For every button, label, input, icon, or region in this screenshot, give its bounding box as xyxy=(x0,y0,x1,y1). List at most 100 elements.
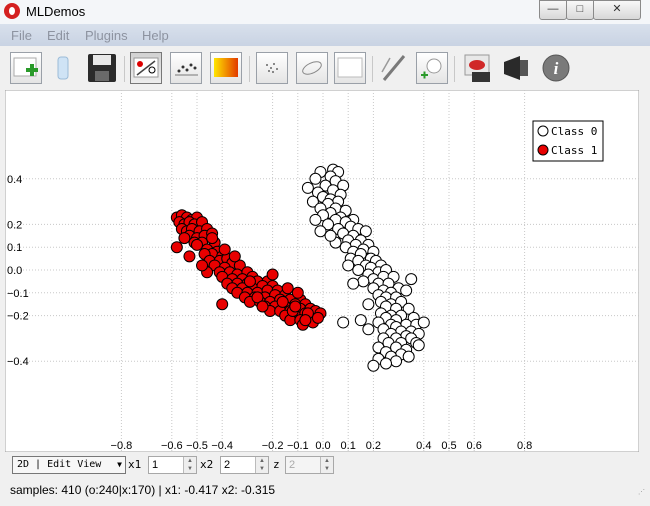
data-point-class0 xyxy=(380,357,392,370)
y-tick-label: 0.0 xyxy=(7,265,22,277)
new-data-icon xyxy=(13,57,38,77)
y-tick-label: −0.4 xyxy=(7,356,29,368)
display-options-icon xyxy=(504,56,528,80)
data-point-class1 xyxy=(218,243,231,256)
x1-spinbox[interactable]: 1 ▲ ▼ xyxy=(148,456,197,474)
data-point-class0 xyxy=(314,225,327,238)
x2-spinbox[interactable]: 2 ▲ ▼ xyxy=(220,456,269,474)
legend-marker-class0 xyxy=(537,125,549,137)
data-point-class1 xyxy=(216,298,229,311)
data-point-class1 xyxy=(191,238,203,251)
y-tick-label: −0.2 xyxy=(7,311,29,323)
plot-options-button[interactable] xyxy=(170,52,202,84)
data-point-class1 xyxy=(170,241,183,254)
scatter-plot[interactable]: −0.8 −0.6 −0.5 −0.4 −0.2 −0.1 0.0 0.1 0.2 0.4 0.5 0… xyxy=(4,89,640,453)
data-point-class0 xyxy=(412,339,425,352)
x2-value: 2 xyxy=(224,459,231,471)
ellipse-button[interactable] xyxy=(296,52,328,84)
menu-edit[interactable]: Edit xyxy=(47,28,69,43)
data-point-class0 xyxy=(367,359,380,372)
plot-options-icon xyxy=(175,63,198,76)
maximize-button[interactable]: □ xyxy=(566,0,594,20)
data-point-class1 xyxy=(196,259,209,272)
show-algorithms-button[interactable] xyxy=(130,52,162,84)
z-spinbox[interactable]: 2 ▲ ▼ xyxy=(285,456,334,474)
save-icon xyxy=(88,54,116,82)
y-tick-label: 0.4 xyxy=(7,174,22,186)
clear-data-button[interactable] xyxy=(48,52,80,84)
data-point-class0 xyxy=(347,277,360,290)
chevron-down-icon: ▼ xyxy=(117,460,122,469)
x-tick-label: 0.6 xyxy=(467,440,482,452)
info-icon: i xyxy=(542,54,570,82)
title-bar: MLDemos — □ ✕ xyxy=(0,0,650,24)
data-point-class1 xyxy=(281,282,294,295)
x2-label: x2 xyxy=(200,458,214,471)
minimize-button[interactable]: — xyxy=(539,0,567,20)
close-button[interactable]: ✕ xyxy=(593,0,641,20)
spin-arrows-icon[interactable]: ▲ ▼ xyxy=(183,457,196,473)
data-point-class1 xyxy=(311,311,324,324)
draw-tools-button[interactable] xyxy=(378,52,410,84)
add-point-button[interactable] xyxy=(416,52,448,84)
toolbar: i xyxy=(0,46,650,90)
x1-value: 1 xyxy=(152,459,159,471)
x1-label: x1 xyxy=(128,458,142,471)
status-text: samples: 410 (o:240|x:170) | x1: -0.417 … xyxy=(10,483,276,497)
z-label: z xyxy=(273,458,280,471)
x-tick-label: 0.2 xyxy=(366,440,381,452)
data-point-class1 xyxy=(291,286,304,299)
ellipse-icon xyxy=(302,61,322,75)
display-options-button[interactable] xyxy=(500,52,532,84)
new-data-button[interactable] xyxy=(10,52,42,84)
show-algorithms-icon xyxy=(133,57,159,78)
data-point-class0 xyxy=(337,316,350,329)
y-tick-label: −0.1 xyxy=(7,288,29,300)
menu-help[interactable]: Help xyxy=(142,28,169,43)
spray-button[interactable] xyxy=(256,52,288,84)
screenshot-button[interactable] xyxy=(462,52,494,84)
x-tick-label: 0.8 xyxy=(517,440,532,452)
add-point-icon xyxy=(421,58,442,79)
data-point-class1 xyxy=(289,300,302,313)
data-point-class0 xyxy=(342,259,355,272)
data-point-class0 xyxy=(309,213,322,226)
clear-data-icon xyxy=(57,56,69,80)
x-tick-label: 0.5 xyxy=(441,440,456,452)
x-tick-label: −0.2 xyxy=(262,440,284,452)
menu-file[interactable]: File xyxy=(11,28,32,43)
data-point-class0 xyxy=(309,172,322,185)
info-button[interactable]: i xyxy=(540,52,572,84)
data-point-class1 xyxy=(228,250,241,263)
x-tick-label: −0.8 xyxy=(111,440,133,452)
legend-class0-label: Class 0 xyxy=(551,125,597,138)
data-point-class0 xyxy=(352,264,365,276)
data-point-class0 xyxy=(301,181,314,194)
data-point-class0 xyxy=(362,323,375,336)
data-point-class0 xyxy=(405,273,418,286)
spin-arrows-icon[interactable]: ▲ ▼ xyxy=(320,457,333,473)
view-mode-select[interactable]: 2D | Edit View ▼ xyxy=(12,456,126,474)
blank-canvas-icon xyxy=(337,57,363,78)
data-point-class1 xyxy=(299,314,312,327)
spin-arrows-icon[interactable]: ▲ ▼ xyxy=(255,457,268,473)
data-point-class1 xyxy=(243,275,256,288)
x-tick-label: 0.1 xyxy=(341,440,356,452)
z-value: 2 xyxy=(289,459,296,471)
color-map-button[interactable] xyxy=(210,52,242,84)
resize-grip-icon[interactable]: ⋰ xyxy=(638,488,646,496)
data-point-class0 xyxy=(357,275,370,288)
x-tick-label: 0.0 xyxy=(315,440,330,452)
spray-icon xyxy=(266,63,278,73)
data-point-class1 xyxy=(276,295,289,308)
plot-canvas[interactable]: −0.8 −0.6 −0.5 −0.4 −0.2 −0.1 0.0 0.1 0.2 0.4 0.5 0… xyxy=(4,89,640,453)
save-button[interactable] xyxy=(86,52,118,84)
blank-canvas-button[interactable] xyxy=(334,52,366,84)
menu-plugins[interactable]: Plugins xyxy=(85,28,128,43)
x-tick-label: −0.5 xyxy=(186,440,208,452)
toolbar-separator xyxy=(454,56,455,82)
data-point-class1 xyxy=(266,268,279,281)
data-point-class0 xyxy=(400,284,413,297)
data-point-class0 xyxy=(324,229,337,242)
y-tick-label: 0.1 xyxy=(7,242,22,254)
